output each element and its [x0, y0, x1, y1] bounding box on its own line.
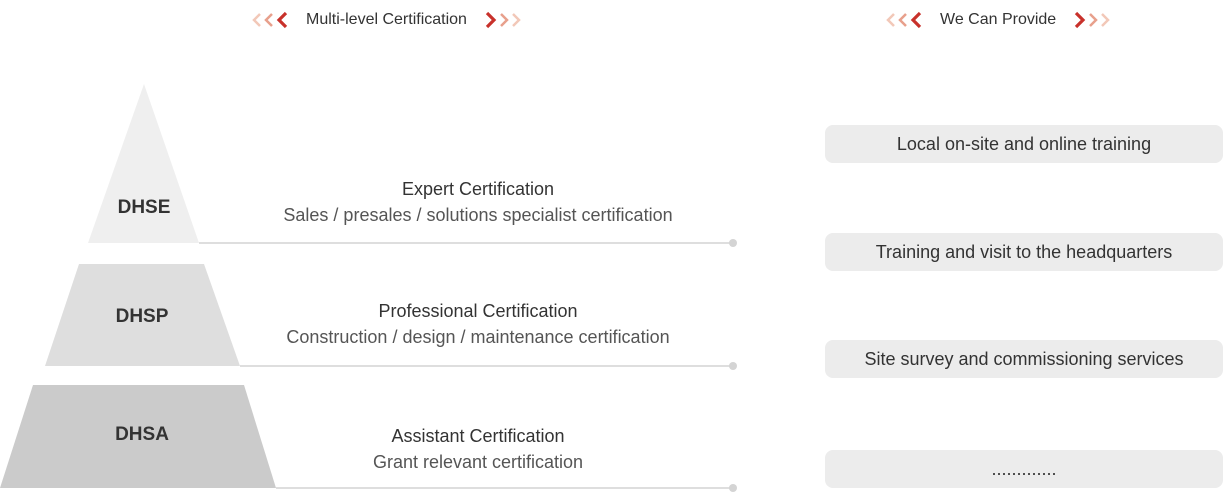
provide-heading-label: We Can Provide	[940, 11, 1057, 28]
pyramid-tier-top	[88, 84, 199, 243]
service-item-onsite-training: Local on-site and online training	[825, 125, 1223, 163]
level-description: Construction / design / maintenance cert…	[286, 327, 670, 347]
level-info-expert: Expert Certification Sales / presales / …	[228, 176, 728, 228]
level-title: Assistant Certification	[391, 426, 565, 446]
certification-pyramid	[0, 84, 737, 492]
divider-dot-professional	[729, 362, 737, 370]
level-info-assistant: Assistant Certification Grant relevant c…	[228, 423, 728, 475]
divider-dot-assistant	[729, 484, 737, 492]
divider-dot-expert	[729, 239, 737, 247]
chevrons-left-icon	[884, 10, 932, 30]
level-code-dhsp: DHSP	[115, 306, 169, 327]
service-item-headquarters-visit: Training and visit to the headquarters	[825, 233, 1223, 271]
level-title: Expert Certification	[401, 179, 555, 199]
level-code-dhsa: DHSA	[115, 424, 169, 445]
service-item-site-survey: Site survey and commissioning services	[825, 340, 1223, 378]
chevrons-right-icon	[1064, 10, 1112, 30]
level-code-dhse: DHSE	[117, 197, 171, 218]
provide-heading: We Can Provide	[884, 8, 1112, 32]
level-title: Professional Certification	[378, 301, 578, 321]
level-info-professional: Professional Certification Construction …	[228, 298, 728, 350]
level-description: Grant relevant certification	[372, 452, 584, 472]
level-description: Sales / presales / solutions specialist …	[283, 205, 673, 225]
service-item-more: .............	[825, 450, 1223, 488]
